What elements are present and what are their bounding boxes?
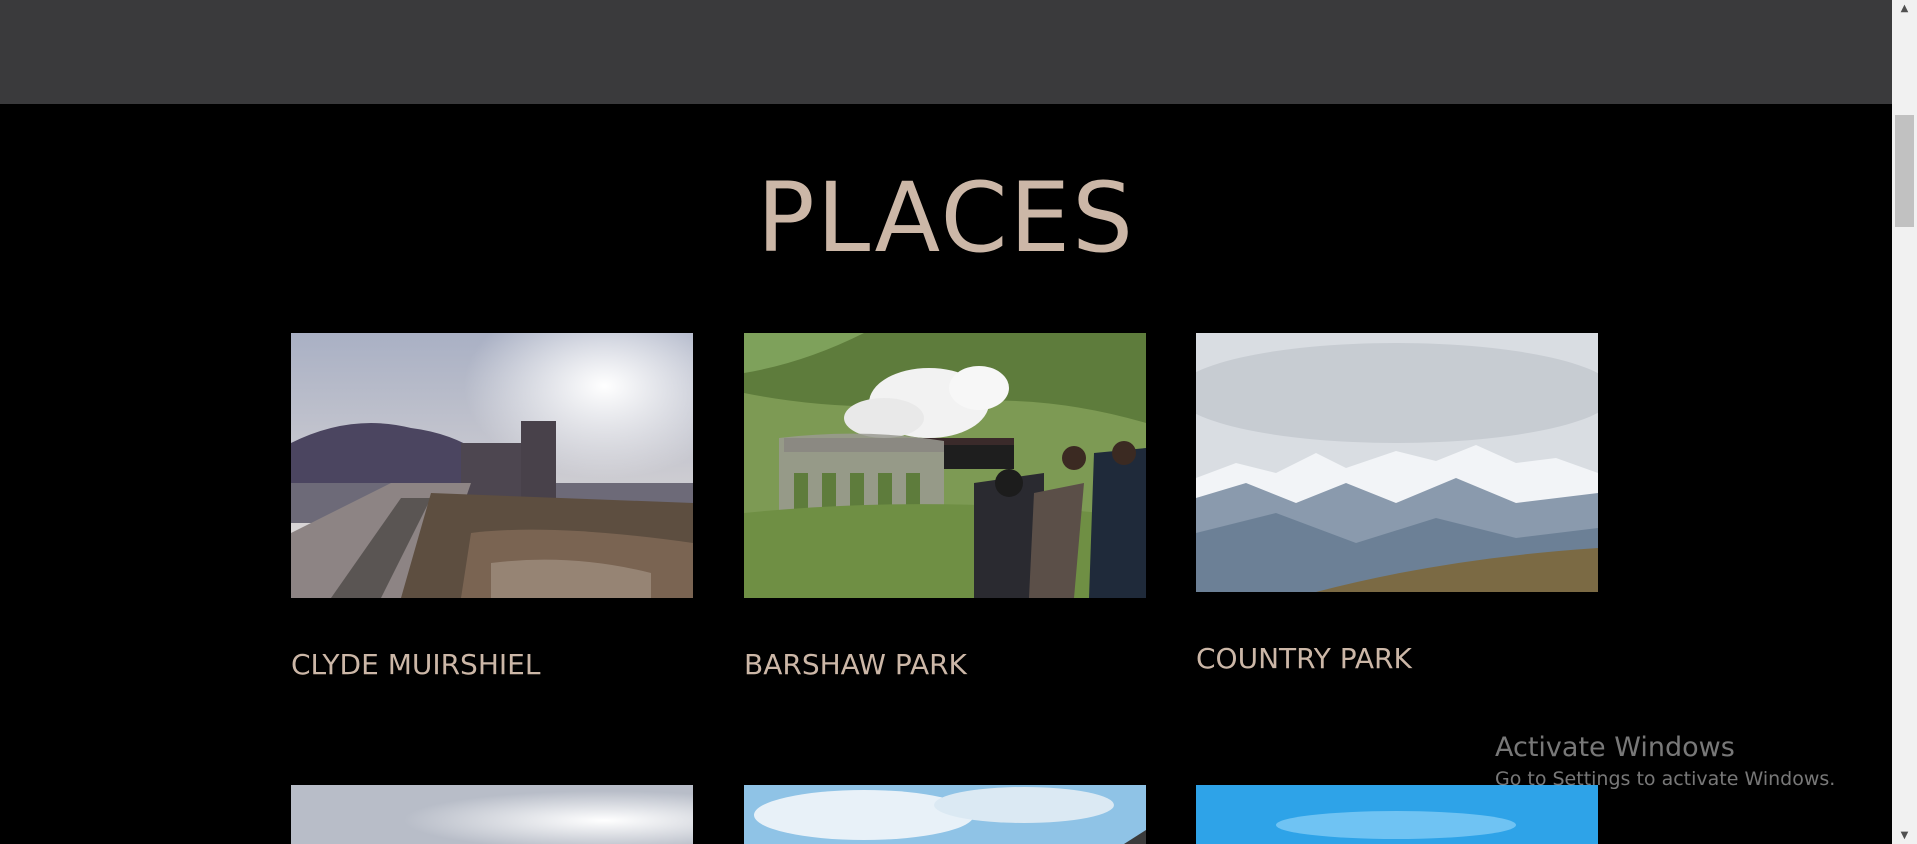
section-title: PLACES <box>756 162 1136 274</box>
chevron-up-icon[interactable]: ▲ <box>1892 0 1917 17</box>
place-title-barshaw-park[interactable]: BARSHAW PARK <box>744 648 967 681</box>
watermark-title: Activate Windows <box>1495 732 1735 763</box>
castle-photo <box>291 333 693 598</box>
place-image-barshaw-park[interactable] <box>744 333 1146 598</box>
place-image-row2-3[interactable] <box>1196 785 1598 844</box>
activate-windows-watermark: Activate Windows Go to Settings to activ… <box>1495 730 1835 792</box>
mountains-photo <box>1196 333 1598 592</box>
cloudy-sky-photo <box>744 785 1146 844</box>
place-image-row2-1[interactable] <box>291 785 693 844</box>
place-image-row2-2[interactable] <box>744 785 1146 844</box>
train-photo <box>744 333 1146 598</box>
place-title-clyde-muirshiel[interactable]: CLYDE MUIRSHIEL <box>291 648 540 681</box>
sunlit-hills-photo <box>291 785 693 844</box>
header-bar <box>0 0 1892 104</box>
scrollbar-thumb[interactable] <box>1895 115 1914 227</box>
watermark-subtitle: Go to Settings to activate Windows. <box>1495 768 1836 790</box>
blue-sky-photo <box>1196 785 1598 844</box>
page: PLACES CLYDE MUIRSHIEL BARSHAW PARK COUN… <box>0 0 1917 844</box>
chevron-down-icon[interactable]: ▼ <box>1892 827 1917 844</box>
vertical-scrollbar[interactable]: ▲ ▼ <box>1892 0 1917 844</box>
place-image-country-park[interactable] <box>1196 333 1598 592</box>
place-image-clyde-muirshiel[interactable] <box>291 333 693 598</box>
place-title-country-park[interactable]: COUNTRY PARK <box>1196 642 1412 675</box>
